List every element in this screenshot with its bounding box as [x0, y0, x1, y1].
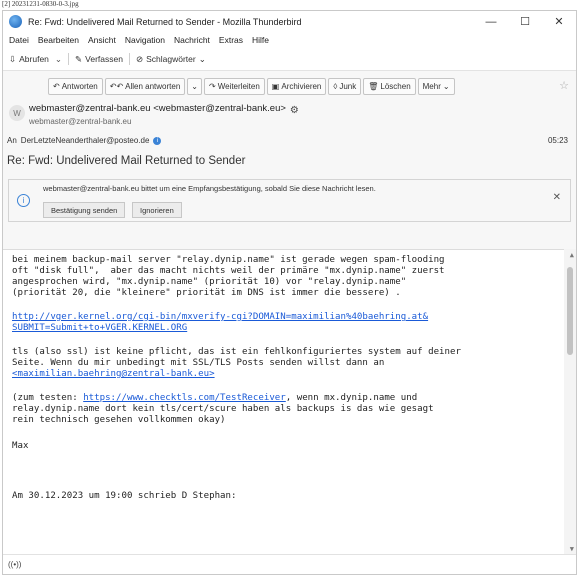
get-mail-label: Abrufen — [19, 54, 49, 64]
compose-button[interactable]: ✎ Verfassen — [75, 54, 123, 65]
reply-label: Antworten — [61, 82, 98, 91]
close-icon[interactable]: ✕ — [553, 192, 561, 203]
archive-icon: ▣ — [271, 82, 280, 91]
menu-bearbeiten[interactable]: Bearbeiten — [38, 35, 79, 45]
minimize-button[interactable]: — — [474, 16, 508, 28]
body-line: oft "disk full", aber das macht nichts w… — [12, 266, 445, 276]
menu-extras[interactable]: Extras — [219, 35, 243, 45]
body-link[interactable]: http://vger.kernel.org/cgi-bin/mxverify-… — [12, 312, 428, 322]
reply-all-icon: ↶↶ — [109, 82, 124, 91]
body-text: (zum testen: — [12, 393, 84, 403]
junk-button[interactable]: ◊ Junk — [328, 78, 362, 95]
reply-icon: ↶ — [53, 82, 60, 91]
delete-button[interactable]: 🗑 Löschen — [363, 78, 416, 95]
reply-all-label: Allen antworten — [125, 82, 181, 91]
scroll-down-icon[interactable]: ▼ — [570, 545, 574, 553]
from-email: webmaster@zentral-bank.eu — [29, 117, 132, 126]
body-line: tls (also ssl) ist keine pflicht, das is… — [12, 347, 461, 357]
compose-label: Verfassen — [85, 54, 123, 64]
thunderbird-window: Re: Fwd: Undelivered Mail Returned to Se… — [2, 10, 577, 575]
more-button[interactable]: Mehr ⌄ — [417, 78, 455, 95]
status-bar: ((•)) — [3, 554, 576, 574]
menu-navigation[interactable]: Navigation — [125, 35, 165, 45]
info-icon: i — [17, 194, 30, 207]
get-mail-dropdown-icon[interactable]: ⌄ — [55, 54, 62, 65]
body-line: bei meinem backup-mail server "relay.dyn… — [12, 255, 445, 265]
reply-all-button[interactable]: ↶↶ Allen antworten — [104, 78, 186, 95]
message-action-bar: ↶ Antworten ↶↶ Allen antworten ⌄ ↷ Weiterle… — [48, 78, 455, 95]
archive-button[interactable]: ▣ Archivieren — [266, 78, 327, 95]
body-text: , wenn mx.dynip.name und — [285, 393, 418, 403]
message-time: 05:23 — [547, 136, 568, 145]
main-toolbar: ⇩ Abrufen ⌄ ✎ Verfassen ⊘ Schlagwörter ⌄ — [3, 48, 576, 71]
delete-label: Löschen — [380, 82, 411, 91]
chevron-down-icon: ⌄ — [198, 53, 206, 64]
chevron-down-icon: ⌄ — [191, 82, 198, 91]
from-name[interactable]: webmaster@zentral-bank.eu <webmaster@zen… — [29, 101, 299, 116]
ignore-receipt-button[interactable]: Ignorieren — [132, 202, 182, 218]
pencil-icon: ✎ — [75, 53, 83, 64]
image-filename: [2] 20231231-0830-0-3.jpg — [2, 0, 79, 8]
window-title: Re: Fwd: Undelivered Mail Returned to Se… — [28, 16, 302, 27]
message-subject: Re: Fwd: Undelivered Mail Returned to Se… — [7, 155, 246, 167]
get-mail-button[interactable]: ⇩ Abrufen — [9, 54, 49, 65]
from-block: webmaster@zentral-bank.eu <webmaster@zen… — [29, 101, 299, 126]
title-bar: Re: Fwd: Undelivered Mail Returned to Se… — [3, 11, 576, 32]
read-receipt-notification: i webmaster@zentral-bank.eu bittet um ei… — [8, 179, 571, 222]
quote-header: Am 30.12.2023 um 19:00 schrieb D Stephan… — [12, 491, 237, 501]
body-line: (priorität 20, die "kleinere" priorität … — [12, 288, 401, 298]
body-link[interactable]: <maximilian.baehring@zentral-bank.eu> — [12, 369, 215, 379]
junk-label: Junk — [339, 82, 357, 91]
tag-icon: ⊘ — [135, 53, 144, 64]
more-label: Mehr — [422, 82, 441, 91]
avatar: W — [9, 105, 25, 121]
body-link[interactable]: SUBMIT=Submit+to+VGER.KERNEL.ORG — [12, 323, 187, 333]
menu-datei[interactable]: Datei — [9, 35, 29, 45]
forward-icon: ↷ — [209, 82, 216, 91]
forward-button[interactable]: ↷ Weiterleiten — [204, 78, 265, 95]
add-contact-icon[interactable]: ⚙ — [290, 105, 299, 116]
star-icon[interactable]: ☆ — [559, 79, 569, 92]
body-line: angesprochen wird, "mx.dynip.name" (prio… — [12, 277, 407, 287]
body-link[interactable]: https://www.checktls.com/TestReceiver — [83, 393, 286, 403]
receipt-text: webmaster@zentral-bank.eu bittet um eine… — [43, 184, 376, 193]
message-body: bei meinem backup-mail server "relay.dyn… — [3, 249, 576, 555]
toolbar-divider — [68, 53, 70, 65]
body-line: rein technisch gesehen vollkommen okay) — [12, 415, 226, 425]
reply-dropdown-button[interactable]: ⌄ — [187, 78, 202, 95]
reply-button[interactable]: ↶ Antworten — [48, 78, 103, 95]
chevron-down-icon: ⌄ — [442, 82, 450, 91]
to-address[interactable]: DerLetzteNeanderthaler@posteo.de — [21, 136, 150, 145]
thunderbird-logo-icon — [9, 15, 22, 28]
from-row: W webmaster@zentral-bank.eu <webmaster@z… — [9, 101, 299, 126]
to-row: An DerLetzteNeanderthaler@posteo.de i — [7, 136, 162, 145]
menu-hilfe[interactable]: Hilfe — [252, 35, 269, 45]
info-icon[interactable]: i — [153, 136, 162, 145]
toolbar-divider — [128, 53, 130, 65]
menu-nachricht[interactable]: Nachricht — [174, 35, 210, 45]
message-header: ↶ Antworten ↶↶ Allen antworten ⌄ ↷ Weiterle… — [3, 71, 576, 250]
body-line: Seite. Wenn du mir unbedingt mit SSL/TLS… — [12, 358, 385, 368]
get-mail-icon: ⇩ — [9, 53, 17, 64]
flame-icon: ◊ — [333, 82, 338, 91]
send-receipt-button[interactable]: Bestätigung senden — [43, 202, 126, 218]
tags-label: Schlagwörter — [146, 54, 196, 64]
menu-ansicht[interactable]: Ansicht — [88, 35, 116, 45]
scrollbar-thumb[interactable] — [567, 267, 573, 355]
online-status-icon[interactable]: ((•)) — [8, 560, 21, 569]
signature: Max — [12, 441, 29, 451]
to-label: An — [7, 136, 17, 145]
body-line: relay.dynip.name dort kein tls/cert/scur… — [12, 404, 434, 414]
maximize-button[interactable]: ☐ — [508, 15, 542, 28]
menu-bar: Datei Bearbeiten Ansicht Navigation Nach… — [3, 32, 576, 48]
close-button[interactable]: ✕ — [542, 15, 576, 28]
forward-label: Weiterleiten — [217, 82, 260, 91]
vertical-scrollbar[interactable]: ▲ ▼ — [564, 249, 576, 555]
archive-label: Archivieren — [281, 82, 322, 91]
scroll-up-icon[interactable]: ▲ — [570, 251, 574, 259]
body-line: (zum testen: https://www.checktls.com/Te… — [12, 393, 417, 403]
from-display: webmaster@zentral-bank.eu <webmaster@zen… — [29, 103, 286, 114]
tags-button[interactable]: ⊘ Schlagwörter ⌄ — [136, 54, 206, 65]
trash-icon: 🗑 — [368, 82, 379, 91]
